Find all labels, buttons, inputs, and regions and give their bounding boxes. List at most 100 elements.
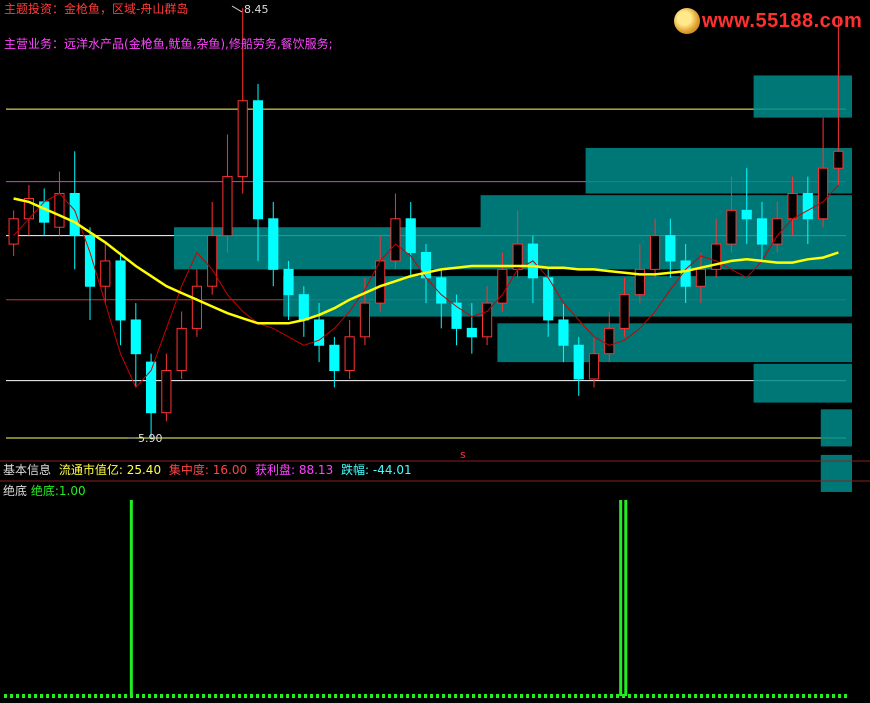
- baseline-dot-134: [808, 694, 811, 698]
- signal-baseline-dots: [4, 694, 847, 698]
- baseline-dot-68: [412, 694, 415, 698]
- baseline-dot-140: [844, 694, 847, 698]
- baseline-dot-30: [184, 694, 187, 698]
- baseline-dot-88: [532, 694, 535, 698]
- candle-body-25: [390, 218, 401, 262]
- profit-label: 获利盘:: [254, 463, 296, 477]
- theme-label: 主题投资：: [4, 2, 65, 16]
- baseline-dot-0: [4, 694, 7, 698]
- candle-body-48: [741, 209, 752, 220]
- marker-s: s: [460, 448, 466, 461]
- baseline-dot-4: [28, 694, 31, 698]
- chip-distribution-boxes: [174, 75, 852, 492]
- logo-text: www.55188.com: [702, 10, 863, 32]
- chip-box-1: [585, 147, 852, 194]
- baseline-dot-65: [394, 694, 397, 698]
- baseline-dot-17: [106, 694, 109, 698]
- baseline-dot-26: [160, 694, 163, 698]
- baseline-dot-96: [580, 694, 583, 698]
- baseline-dot-125: [754, 694, 757, 698]
- baseline-dot-93: [562, 694, 565, 698]
- candle-body-51: [787, 192, 798, 220]
- baseline-dot-49: [298, 694, 301, 698]
- baseline-dot-11: [70, 694, 73, 698]
- candle-body-37: [573, 344, 584, 380]
- baseline-dot-44: [268, 694, 271, 698]
- baseline-dot-137: [826, 694, 829, 698]
- baseline-dot-108: [652, 694, 655, 698]
- candle-body-19: [298, 294, 309, 321]
- indicator-label: 绝底:: [30, 484, 59, 498]
- baseline-dot-58: [352, 694, 355, 698]
- baseline-dot-60: [364, 694, 367, 698]
- baseline-dot-23: [142, 694, 145, 698]
- baseline-dot-55: [334, 694, 337, 698]
- baseline-dot-139: [838, 694, 841, 698]
- candle-body-52: [802, 192, 813, 220]
- baseline-dot-99: [598, 694, 601, 698]
- baseline-dot-86: [520, 694, 523, 698]
- baseline-dot-111: [670, 694, 673, 698]
- baseline-dot-19: [118, 694, 121, 698]
- change-label: 跌幅:: [341, 463, 370, 477]
- baseline-dot-56: [340, 694, 343, 698]
- baseline-dot-73: [442, 694, 445, 698]
- signal-bar-0: [129, 500, 133, 696]
- baseline-dot-40: [244, 694, 247, 698]
- candle-body-11: [176, 327, 187, 372]
- high-pointer: [231, 5, 243, 13]
- baseline-dot-117: [706, 694, 709, 698]
- theme-value: 金枪鱼，区域-舟山群岛: [64, 2, 189, 16]
- baseline-dot-109: [658, 694, 661, 698]
- change-value: -44.01: [372, 463, 412, 477]
- high-price-label: 8.45: [244, 3, 269, 16]
- baseline-dot-113: [682, 694, 685, 698]
- baseline-dot-80: [484, 694, 487, 698]
- baseline-dot-31: [190, 694, 193, 698]
- baseline-dot-76: [460, 694, 463, 698]
- business-label: 主营业务：: [4, 37, 65, 51]
- candle-body-40: [619, 294, 630, 329]
- baseline-dot-70: [424, 694, 427, 698]
- baseline-dot-63: [382, 694, 385, 698]
- baseline-dot-94: [568, 694, 571, 698]
- baseline-dot-6: [40, 694, 43, 698]
- baseline-dot-59: [358, 694, 361, 698]
- candle-body-45: [695, 268, 706, 287]
- baseline-dot-106: [640, 694, 643, 698]
- baseline-dot-116: [700, 694, 703, 698]
- baseline-dot-3: [22, 694, 25, 698]
- baseline-dot-91: [550, 694, 553, 698]
- baseline-dot-131: [790, 694, 793, 698]
- baseline-dot-52: [316, 694, 319, 698]
- signal-bars: [129, 500, 628, 696]
- baseline-dot-132: [796, 694, 799, 698]
- baseline-dot-62: [376, 694, 379, 698]
- baseline-dot-77: [466, 694, 469, 698]
- candle-body-17: [268, 218, 279, 270]
- baseline-dot-67: [406, 694, 409, 698]
- baseline-dot-105: [634, 694, 637, 698]
- main-chart: [0, 5, 870, 698]
- baseline-dot-127: [766, 694, 769, 698]
- candle-body-36: [558, 319, 569, 346]
- chip-box-8: [820, 454, 852, 492]
- baseline-dot-97: [586, 694, 589, 698]
- candle-body-3: [54, 192, 65, 228]
- baseline-dot-118: [712, 694, 715, 698]
- candle-body-13: [207, 235, 218, 287]
- baseline-dot-5: [34, 694, 37, 698]
- business-value: 远洋水产品(金枪鱼,鱿鱼,杂鱼),修船劳务,餐饮服务;: [64, 37, 333, 51]
- candle-body-47: [726, 209, 737, 245]
- baseline-dot-92: [556, 694, 559, 698]
- candle-body-35: [543, 277, 554, 321]
- baseline-dot-83: [502, 694, 505, 698]
- baseline-dot-46: [280, 694, 283, 698]
- baseline-dot-39: [238, 694, 241, 698]
- baseline-dot-90: [544, 694, 547, 698]
- baseline-dot-27: [166, 694, 169, 698]
- baseline-dot-43: [262, 694, 265, 698]
- sub-panel-title: 绝底: [3, 484, 28, 498]
- baseline-dot-66: [400, 694, 403, 698]
- baseline-dot-115: [694, 694, 697, 698]
